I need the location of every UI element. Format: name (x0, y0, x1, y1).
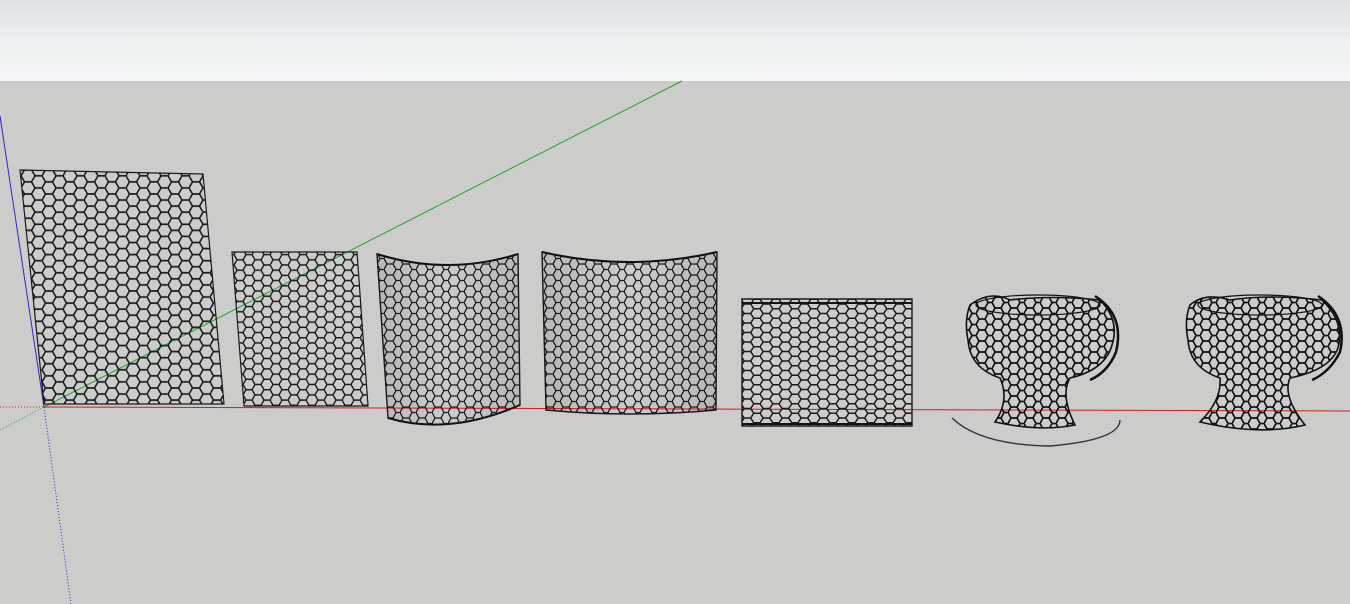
model-flat-sheet-front[interactable] (741, 298, 913, 427)
model-flared-tube-1[interactable] (951, 294, 1121, 447)
model-flared-tube-2[interactable] (1185, 294, 1343, 431)
model-flat-sheet-small[interactable] (231, 251, 369, 407)
blue-z-axis-negative (43, 406, 72, 604)
model-scene[interactable] (0, 0, 1350, 604)
sketchup-viewport[interactable] (0, 0, 1350, 604)
model-flat-sheet-large[interactable] (19, 169, 225, 405)
green-y-axis-negative (0, 406, 45, 431)
model-rolled-sheet-1[interactable] (376, 253, 521, 426)
model-rolled-sheet-2[interactable] (541, 251, 718, 415)
